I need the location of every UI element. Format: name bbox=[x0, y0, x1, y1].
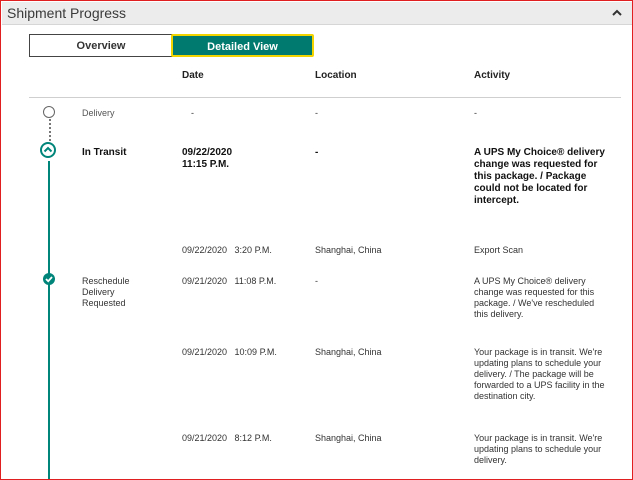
status-reschedule-delivery: Reschedule Delivery Requested bbox=[82, 276, 130, 308]
header-divider bbox=[29, 97, 621, 98]
tab-overview[interactable]: Overview bbox=[29, 34, 173, 57]
row-date: 09/22/2020 11:15 P.M. bbox=[182, 147, 233, 170]
chevron-up-icon[interactable] bbox=[610, 6, 624, 20]
row-location: Shanghai, China bbox=[315, 245, 382, 255]
panel-header[interactable]: Shipment Progress bbox=[2, 2, 632, 25]
status-in-transit: In Transit bbox=[82, 147, 127, 158]
column-header-activity: Activity bbox=[474, 70, 511, 81]
row-location: Shanghai, China bbox=[315, 433, 382, 443]
timeline-node-empty-icon bbox=[43, 106, 55, 118]
row-activity: Your package is in transit. We're updati… bbox=[474, 433, 603, 465]
row-date: 09/22/2020 3:20 P.M. bbox=[182, 245, 272, 255]
row-activity: A UPS My Choice® delivery change was req… bbox=[474, 147, 605, 206]
row-date: 09/21/2020 10:09 P.M. bbox=[182, 347, 277, 357]
timeline-line bbox=[48, 161, 50, 479]
row-location: - bbox=[315, 276, 318, 286]
row-activity: - bbox=[474, 108, 477, 118]
status-delivery: Delivery bbox=[82, 108, 115, 118]
row-date: - bbox=[191, 108, 194, 118]
row-location: - bbox=[315, 108, 318, 118]
tab-detailed-view[interactable]: Detailed View bbox=[171, 34, 314, 57]
column-header-date: Date bbox=[182, 70, 204, 81]
row-activity: A UPS My Choice® delivery change was req… bbox=[474, 276, 595, 319]
shipment-progress-panel: Shipment Progress Overview Detailed View… bbox=[0, 0, 633, 480]
check-circle-icon bbox=[43, 273, 55, 285]
panel-title: Shipment Progress bbox=[7, 5, 127, 21]
row-date: 09/21/2020 8:12 P.M. bbox=[182, 433, 272, 443]
chevron-up-circle-icon[interactable] bbox=[40, 142, 56, 158]
row-location: Shanghai, China bbox=[315, 347, 382, 357]
timeline-dotted-line bbox=[49, 119, 51, 141]
row-location: - bbox=[315, 147, 319, 158]
row-activity: Export Scan bbox=[474, 245, 524, 255]
row-activity: Your package is in transit. We're updati… bbox=[474, 347, 605, 401]
column-header-location: Location bbox=[315, 70, 357, 81]
row-date: 09/21/2020 11:08 P.M. bbox=[182, 276, 277, 286]
